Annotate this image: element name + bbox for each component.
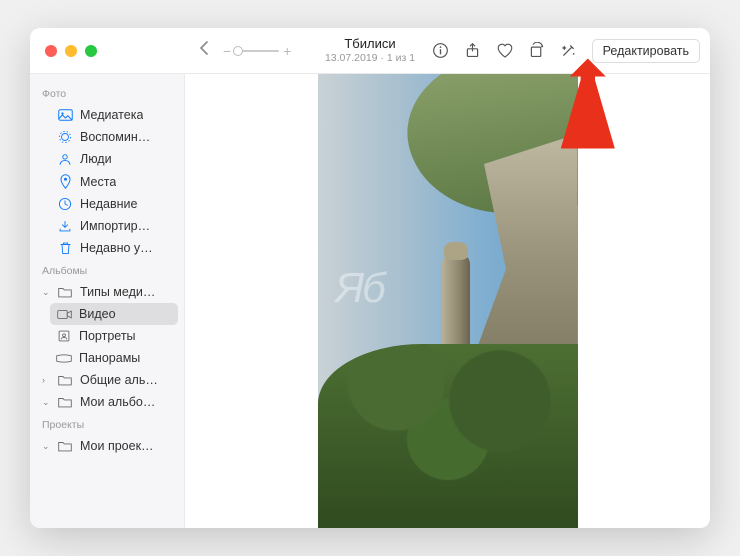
chevron-right-icon: › — [42, 375, 50, 385]
sidebar-item-label: Импортир… — [80, 219, 150, 233]
close-window-button[interactable] — [45, 45, 57, 57]
toolbar-left: − + — [185, 39, 291, 62]
sidebar-item-label: Типы меди… — [80, 285, 155, 299]
video-icon — [56, 309, 72, 320]
chevron-down-icon: ⌄ — [42, 397, 50, 408]
photo-title: Тбилиси — [325, 37, 415, 52]
sidebar-item-import[interactable]: Импортир… — [36, 215, 178, 237]
zoom-out-icon: − — [223, 43, 231, 59]
folder-icon — [57, 396, 73, 408]
section-title-albums: Альбомы — [36, 259, 178, 281]
app-window: − + Тбилиси 13.07.2019 · 1 из 1 — [30, 28, 710, 528]
window-controls — [30, 28, 185, 73]
info-icon[interactable] — [432, 42, 450, 60]
trash-icon — [57, 241, 73, 255]
zoom-in-icon: + — [283, 43, 291, 59]
sidebar-item-panoramas[interactable]: Панорамы — [50, 347, 178, 369]
folder-icon — [57, 440, 73, 452]
sidebar-item-portraits[interactable]: Портреты — [50, 325, 178, 347]
sidebar-item-label: Мои альбо… — [80, 395, 155, 409]
edit-button[interactable]: Редактировать — [592, 39, 700, 63]
sidebar-item-label: Места — [80, 175, 116, 189]
places-icon — [57, 174, 73, 189]
sidebar-item-shared-albums[interactable]: › Общие аль… — [36, 369, 178, 391]
rotate-icon[interactable] — [528, 42, 546, 60]
recent-icon — [57, 197, 73, 211]
sidebar-item-recently-deleted[interactable]: Недавно у… — [36, 237, 178, 259]
share-icon[interactable] — [464, 42, 482, 60]
window-body: Фото Медиатека Воспомин… Люди Места — [30, 74, 710, 528]
sidebar-item-places[interactable]: Места — [36, 170, 178, 193]
sidebar-item-label: Портреты — [79, 329, 136, 343]
photo-subtitle: 13.07.2019 · 1 из 1 — [325, 52, 415, 64]
zoom-slider[interactable]: − + — [223, 43, 291, 59]
section-title-photo: Фото — [36, 82, 178, 104]
sidebar-item-video[interactable]: Видео — [50, 303, 178, 325]
sidebar-item-my-albums[interactable]: ⌄ Мои альбо… — [36, 391, 178, 413]
sidebar-item-label: Общие аль… — [80, 373, 158, 387]
sidebar-item-recent[interactable]: Недавние — [36, 193, 178, 215]
title-block: Тбилиси 13.07.2019 · 1 из 1 — [325, 37, 415, 64]
folder-icon — [57, 374, 73, 386]
sidebar-item-label: Видео — [79, 307, 116, 321]
sidebar-item-my-projects[interactable]: ⌄ Мои проек… — [36, 435, 178, 457]
sidebar: Фото Медиатека Воспомин… Люди Места — [30, 74, 185, 528]
fullscreen-window-button[interactable] — [85, 45, 97, 57]
portrait-icon — [56, 329, 72, 343]
chevron-down-icon: ⌄ — [42, 441, 50, 452]
library-icon — [57, 109, 73, 121]
sidebar-item-label: Недавно у… — [80, 241, 153, 255]
sidebar-item-label: Воспомин… — [80, 130, 150, 144]
sidebar-item-memories[interactable]: Воспомин… — [36, 126, 178, 148]
panorama-icon — [56, 354, 72, 363]
zoom-track[interactable] — [235, 50, 279, 52]
sidebar-item-library[interactable]: Медиатека — [36, 104, 178, 126]
folder-icon — [57, 286, 73, 298]
content-area: Яб — [185, 74, 710, 528]
sidebar-item-label: Медиатека — [80, 108, 143, 122]
watermark: Яб — [336, 264, 384, 312]
back-button[interactable] — [195, 39, 213, 62]
section-title-projects: Проекты — [36, 413, 178, 435]
sidebar-item-label: Недавние — [80, 197, 137, 211]
sidebar-item-label: Мои проек… — [80, 439, 154, 453]
sidebar-item-people[interactable]: Люди — [36, 148, 178, 170]
titlebar: − + Тбилиси 13.07.2019 · 1 из 1 — [30, 28, 710, 74]
memories-icon — [57, 130, 73, 144]
import-icon — [57, 219, 73, 233]
auto-enhance-icon[interactable] — [560, 42, 578, 60]
sidebar-item-media-types[interactable]: ⌄ Типы меди… — [36, 281, 178, 303]
photo-preview[interactable]: Яб — [318, 74, 578, 528]
minimize-window-button[interactable] — [65, 45, 77, 57]
people-icon — [57, 152, 73, 166]
chevron-down-icon: ⌄ — [42, 287, 50, 298]
favorite-icon[interactable] — [496, 42, 514, 60]
toolbar-right: Редактировать — [432, 39, 700, 63]
sidebar-item-label: Панорамы — [79, 351, 140, 365]
sidebar-item-label: Люди — [80, 152, 112, 166]
